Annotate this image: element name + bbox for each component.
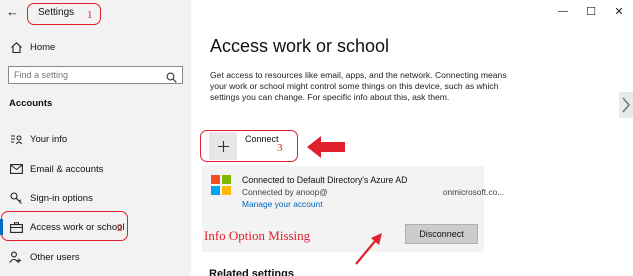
account-sub-prefix: Connected by anoop@ <box>242 187 328 197</box>
related-settings-heading: Related settings <box>209 268 294 276</box>
home-icon <box>9 40 23 54</box>
search-icon[interactable] <box>166 70 177 83</box>
annotation-box-connect <box>200 130 298 162</box>
sidebar-item-label: Your info <box>30 133 68 145</box>
annotation-arrow-up-right-icon <box>355 233 382 265</box>
redaction <box>327 188 443 197</box>
disconnect-button[interactable]: Disconnect <box>405 224 478 244</box>
intro-text: Get access to resources like email, apps… <box>210 70 507 103</box>
mail-icon <box>9 162 23 176</box>
close-icon[interactable]: ✕ <box>605 0 633 22</box>
microsoft-logo-icon <box>211 175 231 195</box>
search-input[interactable] <box>14 70 154 80</box>
sidebar-item-other-users[interactable]: Other users <box>0 246 191 268</box>
sidebar-item-label: Other users <box>30 251 80 263</box>
key-icon <box>9 191 23 205</box>
window-controls: — ☐ ✕ <box>549 0 633 22</box>
annotation-arrow-left-icon <box>307 136 345 158</box>
annotation-box-access-work <box>1 211 128 241</box>
sidebar-item-email-accounts[interactable]: Email & accounts <box>0 158 191 180</box>
sidebar-item-label: Sign-in options <box>30 192 93 204</box>
manage-account-link[interactable]: Manage your account <box>242 199 323 209</box>
account-sub-suffix: onmicrosoft.co... <box>442 187 505 197</box>
minimize-icon[interactable]: — <box>549 0 577 22</box>
section-header: Accounts <box>9 98 53 109</box>
annotation-number-2: 2 <box>117 222 123 234</box>
account-subtitle: Connected by anoop@ onmicrosoft.co... <box>242 187 504 197</box>
account-title: Connected to Default Directory's Azure A… <box>242 175 408 185</box>
annotation-note: Info Option Missing <box>204 228 311 243</box>
back-arrow-icon[interactable]: ← <box>6 4 22 20</box>
home-label: Home <box>30 41 56 53</box>
page-title: Access work or school <box>210 36 390 56</box>
annotation-number-3: 3 <box>277 142 283 154</box>
chevron-right-icon[interactable] <box>619 92 633 118</box>
sidebar-item-your-info[interactable]: Your info <box>0 128 191 150</box>
person-card-icon <box>9 132 23 146</box>
search-box[interactable] <box>8 66 183 84</box>
sidebar-item-label: Email & accounts <box>30 163 104 175</box>
maximize-icon[interactable]: ☐ <box>577 0 605 22</box>
people-icon <box>9 250 23 264</box>
sidebar-item-sign-in-options[interactable]: Sign-in options <box>0 187 191 209</box>
nav-home[interactable]: Home <box>0 36 191 58</box>
annotation-number-1: 1 <box>87 9 93 21</box>
